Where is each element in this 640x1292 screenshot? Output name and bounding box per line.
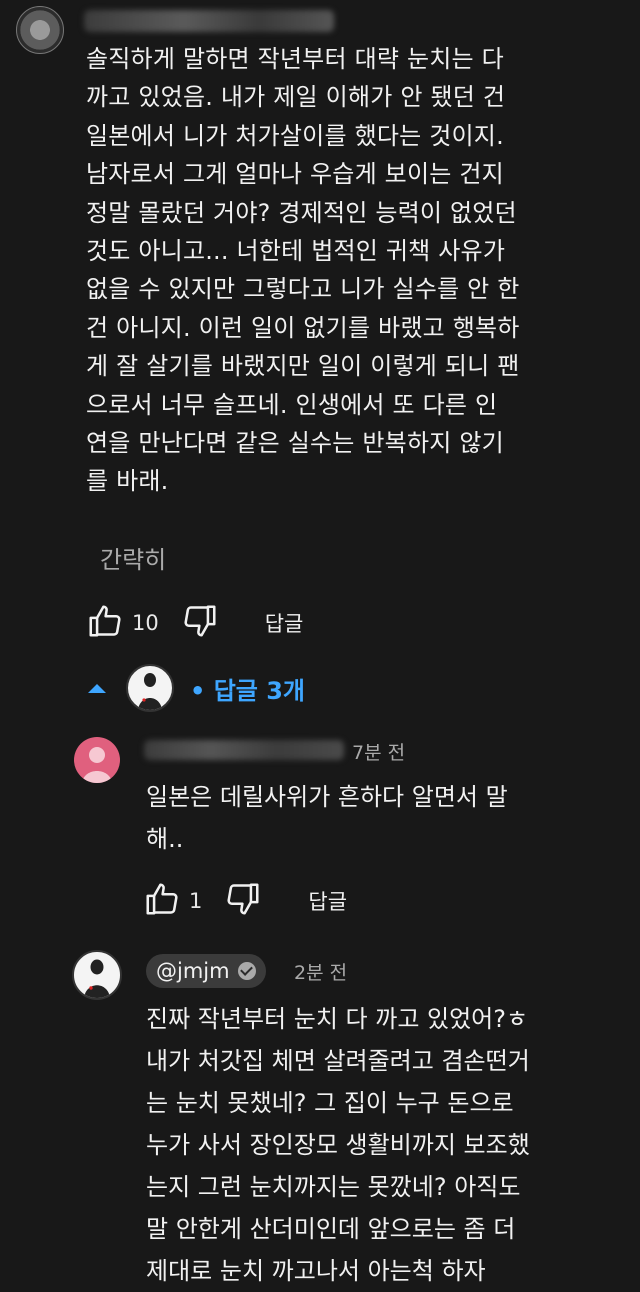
replies-toggle[interactable]: • 답글 3개 (88, 664, 305, 712)
chevron-up-icon (88, 683, 106, 693)
replier-name-redacted (144, 740, 344, 760)
like-count: 1 (189, 889, 203, 913)
reply-button[interactable]: 답글 (308, 886, 347, 916)
comment-text: 솔직하게 말하면 작년부터 대략 눈치는 다 까고 있었음. 내가 제일 이해가… (86, 45, 520, 496)
reply-button[interactable]: 답글 (265, 608, 304, 638)
channel-handle: @jmjm (156, 959, 230, 983)
thumbs-down-icon[interactable] (224, 880, 262, 922)
commenter-avatar[interactable] (16, 6, 64, 54)
thumbs-up-icon[interactable] (143, 880, 181, 922)
channel-owner-badge[interactable]: @jmjm (146, 954, 266, 988)
reply-text: 일본은 데릴사위가 흔하다 알면서 말 해.. (146, 783, 508, 853)
commenter-name-redacted (84, 10, 334, 32)
comment-actions: 10 답글 (86, 602, 303, 644)
like-count: 10 (132, 611, 159, 635)
thumbs-up-icon[interactable] (86, 602, 124, 644)
thumbs-down-icon[interactable] (181, 602, 219, 644)
verified-check-icon (237, 962, 256, 980)
reply-timestamp: 2분 전 (294, 962, 348, 984)
reply-text: 진짜 작년부터 눈치 다 까고 있었어?ㅎ 내가 처갓집 체면 살려줄려고 겸손… (146, 1005, 530, 1285)
channel-owner-avatar (126, 664, 174, 712)
channel-owner-avatar[interactable] (72, 950, 122, 1000)
replier-avatar[interactable] (74, 737, 120, 783)
collapse-button[interactable]: 간략히 (100, 540, 166, 575)
reply-actions: 1 답글 (143, 880, 347, 922)
reply-timestamp: 7분 전 (352, 742, 406, 764)
replies-count-label: • 답글 3개 (190, 676, 305, 705)
